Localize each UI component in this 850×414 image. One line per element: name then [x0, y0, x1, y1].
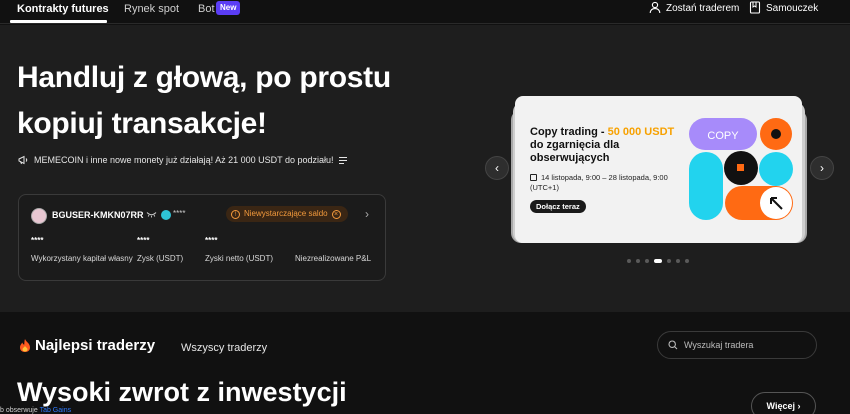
tab-futures[interactable]: Kontrakty futures	[17, 2, 109, 16]
fire-icon	[20, 339, 30, 352]
stat-value: ****	[31, 236, 44, 245]
high-roi-heading: Wysoki zwrot z inwestycji	[17, 377, 347, 407]
active-tab-indicator	[10, 20, 107, 23]
eye-closed-icon[interactable]	[146, 211, 157, 218]
top-nav: Kontrakty futures Rynek spot Bot New Zos…	[0, 0, 850, 24]
bottom-strip: b obserwuje Tab Gains	[0, 407, 71, 414]
promo-banner[interactable]: MEMECOIN i inne nowe monety już działają…	[18, 154, 348, 166]
slide-title-highlight: 50 000 USDT	[607, 126, 675, 138]
slide-date-text: 14 listopada, 9:00 – 28 listopada, 9:00 …	[530, 173, 668, 192]
slide-title: Copy trading - 50 000 USDT do zgarnięcia…	[530, 126, 680, 165]
more-button[interactable]: Więcej ›	[751, 392, 816, 414]
slide-title-prefix: Copy trading -	[530, 126, 608, 138]
megaphone-icon	[18, 155, 28, 165]
slide-title-suffix: do zgarnięcia dla obserwujących	[530, 139, 620, 164]
stat-label: Wykorzystany kapitał własny	[31, 254, 133, 263]
carousel-next-button[interactable]: ›	[810, 156, 834, 180]
carousel-dot[interactable]	[645, 259, 649, 263]
calendar-icon	[530, 174, 537, 181]
top-traders-title: Najlepsi traderzy	[18, 337, 155, 354]
close-icon[interactable]: ×	[331, 209, 341, 219]
tab-spot[interactable]: Rynek spot	[124, 2, 179, 16]
chevron-right-icon[interactable]: ›	[365, 207, 369, 221]
join-now-button[interactable]: Dołącz teraz	[530, 200, 586, 213]
avatar	[31, 208, 47, 224]
followers-text: b obserwuje	[0, 407, 38, 414]
account-card: BGUSER-KMKN07RR **** ! Niewystarczające …	[18, 194, 386, 281]
search-icon	[668, 340, 678, 350]
username: BGUSER-KMKN07RR	[52, 210, 144, 220]
carousel-dot[interactable]	[636, 259, 640, 263]
art-copy-label: COPY	[707, 130, 739, 142]
stat-label: Niezrealizowane P&L	[295, 254, 372, 263]
copy-trading-illustration: COPY	[689, 118, 793, 220]
vip-hidden-value: ****	[173, 209, 186, 218]
carousel-slide[interactable]: Copy trading - 50 000 USDT do zgarnięcia…	[515, 96, 802, 243]
insufficient-balance-badge[interactable]: ! Niewystarczające saldo ×	[226, 206, 348, 222]
carousel-dot[interactable]	[627, 259, 631, 263]
tutorial-link[interactable]: Samouczek	[766, 2, 818, 16]
slide-date: 14 listopada, 9:00 – 28 listopada, 9:00 …	[530, 173, 680, 193]
carousel-prev-button[interactable]: ‹	[485, 156, 509, 180]
tab-bot[interactable]: Bot	[198, 2, 215, 16]
book-icon	[749, 1, 761, 14]
stat-label: Zyski netto (USDT)	[205, 254, 274, 263]
carousel-dot[interactable]	[667, 259, 671, 263]
info-icon: !	[231, 209, 240, 219]
more-label: Więcej	[766, 401, 795, 411]
list-icon	[339, 156, 348, 164]
vip-icon	[161, 210, 171, 220]
hero-headline: Handluj z głową, po prostu kopiuj transa…	[17, 61, 391, 140]
search-input[interactable]	[684, 340, 804, 350]
trader-search[interactable]	[657, 331, 817, 359]
tab-all-traders[interactable]: Wszyscy traderzy	[181, 342, 267, 354]
bottom-link[interactable]: Tab Gains	[40, 407, 72, 414]
carousel-pagination	[627, 259, 689, 263]
carousel-dot[interactable]	[676, 259, 680, 263]
carousel-dot[interactable]	[654, 259, 662, 263]
top-traders-label: Najlepsi traderzy	[35, 337, 156, 354]
user-icon	[649, 1, 661, 14]
become-trader-link[interactable]: Zostań traderem	[666, 2, 739, 16]
stat-value: ****	[205, 236, 218, 245]
carousel-dot[interactable]	[685, 259, 689, 263]
stat-label: Zysk (USDT)	[137, 254, 184, 263]
stat-value: ****	[137, 236, 150, 245]
promo-text: MEMECOIN i inne nowe monety już działają…	[34, 155, 334, 165]
warning-text: Niewystarczające saldo	[244, 209, 328, 218]
new-badge: New	[216, 1, 241, 15]
